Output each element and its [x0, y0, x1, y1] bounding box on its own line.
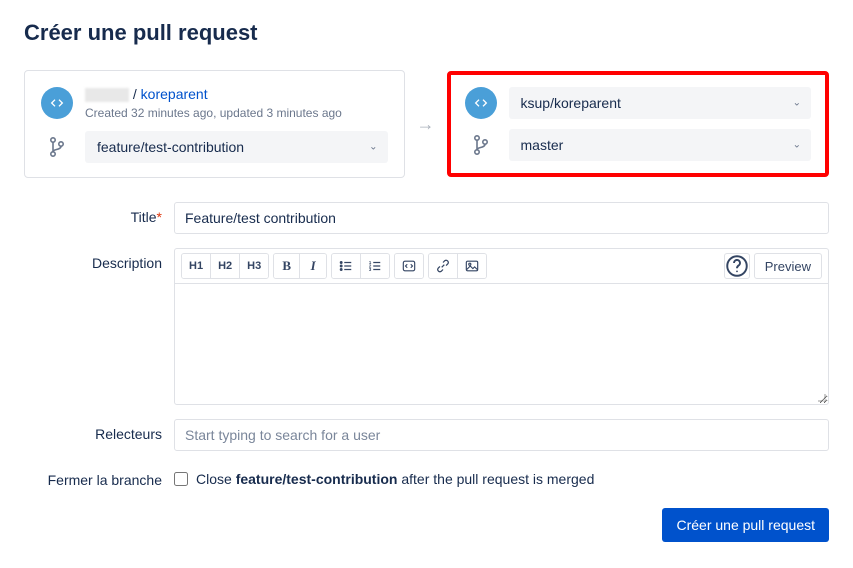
target-repo-dropdown[interactable]: ksup/koreparent ⌄ [509, 87, 812, 119]
svg-text:3: 3 [369, 267, 372, 272]
title-label: Title* [24, 202, 174, 225]
chevron-down-icon: ⌄ [793, 140, 801, 151]
description-editor: H1 H2 H3 B I 123 [174, 248, 829, 405]
source-panel: / koreparent Created 32 minutes ago, upd… [24, 70, 405, 178]
create-pull-request-button[interactable]: Créer une pull request [662, 508, 829, 542]
bold-button[interactable]: B [274, 254, 300, 278]
resize-handle[interactable] [816, 392, 826, 402]
close-branch-text: Close feature/test-contribution after th… [196, 471, 594, 487]
image-button[interactable] [458, 254, 486, 278]
target-panel: ksup/koreparent ⌄ master ⌄ [447, 71, 830, 177]
repo-link[interactable]: koreparent [141, 86, 208, 102]
italic-button[interactable]: I [300, 254, 326, 278]
ordered-list-button[interactable]: 123 [361, 254, 389, 278]
target-branch-dropdown[interactable]: master ⌄ [509, 129, 812, 161]
title-input[interactable] [174, 202, 829, 234]
h1-button[interactable]: H1 [182, 254, 211, 278]
page-title: Créer une pull request [24, 20, 829, 46]
description-label: Description [24, 248, 174, 271]
link-button[interactable] [429, 254, 458, 278]
source-branch-dropdown[interactable]: feature/test-contribution ⌄ [85, 131, 388, 163]
h2-button[interactable]: H2 [211, 254, 240, 278]
code-button[interactable] [395, 254, 423, 278]
branch-icon [465, 134, 497, 156]
arrow-right-icon: → [417, 114, 435, 135]
description-textarea[interactable] [175, 284, 828, 404]
reviewers-label: Relecteurs [24, 419, 174, 442]
preview-button[interactable]: Preview [754, 253, 822, 279]
close-branch-checkbox[interactable] [174, 472, 188, 486]
chevron-down-icon: ⌄ [793, 98, 801, 109]
obscured-owner [85, 88, 129, 102]
repo-icon [465, 87, 497, 119]
chevron-down-icon: ⌄ [369, 142, 377, 153]
source-repo-meta: Created 32 minutes ago, updated 3 minute… [85, 105, 342, 122]
reviewers-input[interactable] [174, 419, 829, 451]
editor-toolbar: H1 H2 H3 B I 123 [175, 249, 828, 284]
h3-button[interactable]: H3 [240, 254, 268, 278]
source-repo-name: / koreparent [85, 85, 342, 105]
unordered-list-button[interactable] [332, 254, 361, 278]
close-branch-label: Fermer la branche [24, 465, 174, 488]
repo-icon [41, 87, 73, 119]
branch-icon [41, 136, 73, 158]
branch-selection-row: / koreparent Created 32 minutes ago, upd… [24, 70, 829, 178]
help-button[interactable] [724, 253, 750, 279]
